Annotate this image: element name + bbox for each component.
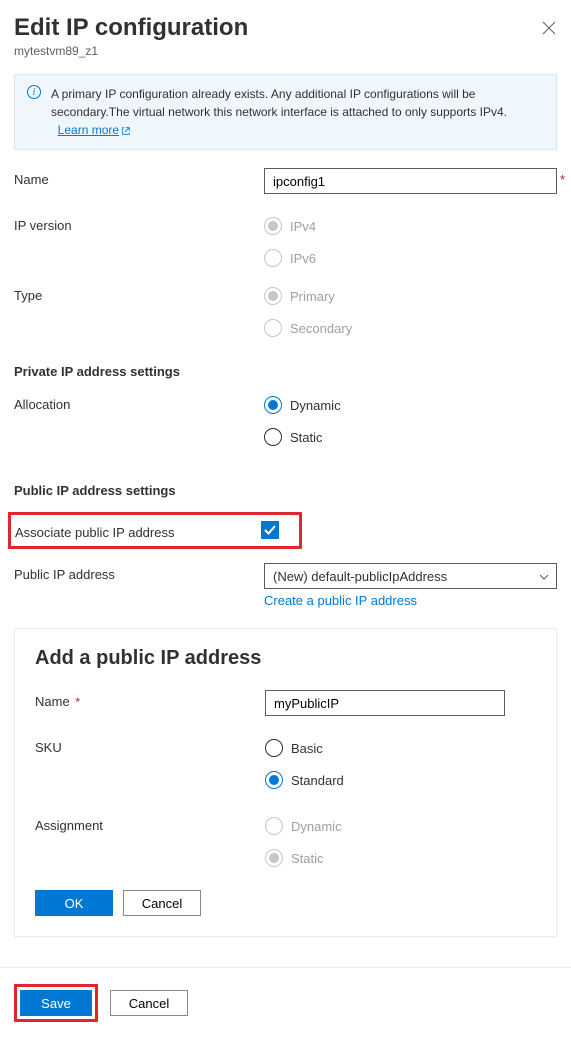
dropdown-value: (New) default-publicIpAddress: [273, 569, 447, 584]
allocation-label: Allocation: [14, 393, 264, 412]
sku-label: SKU: [35, 736, 265, 755]
type-label: Type: [14, 284, 264, 303]
name-input[interactable]: [264, 168, 557, 194]
assign-static-radio: [265, 849, 283, 867]
save-button[interactable]: Save: [20, 990, 92, 1016]
name-label: Name: [14, 168, 264, 187]
assign-dynamic-radio: [265, 817, 283, 835]
add-panel-title: Add a public IP address: [35, 647, 536, 670]
chevron-down-icon: [538, 571, 550, 583]
type-secondary-radio: [264, 319, 282, 337]
learn-more-link[interactable]: Learn more: [58, 123, 131, 137]
associate-checkbox[interactable]: [261, 521, 279, 539]
ipv6-radio: [264, 249, 282, 267]
type-secondary-option: Secondary: [290, 321, 352, 336]
ok-button[interactable]: OK: [35, 890, 113, 916]
ipv4-radio: [264, 217, 282, 235]
sku-standard-radio[interactable]: [265, 771, 283, 789]
save-highlight: Save: [14, 984, 98, 1022]
sku-basic-radio[interactable]: [265, 739, 283, 757]
resource-subtitle: mytestvm89_z1: [14, 44, 541, 58]
associate-label: Associate public IP address: [15, 521, 261, 540]
required-indicator: *: [560, 172, 565, 187]
add-name-input[interactable]: [265, 690, 505, 716]
assign-static-option: Static: [291, 851, 324, 866]
add-public-ip-panel: Add a public IP address Name * SKU Basic…: [14, 628, 557, 937]
private-ip-header: Private IP address settings: [14, 364, 557, 379]
info-icon: i: [27, 85, 41, 99]
associate-highlight: Associate public IP address: [8, 512, 302, 549]
public-address-label: Public IP address: [14, 563, 264, 582]
type-primary-option: Primary: [290, 289, 335, 304]
allocation-static-radio[interactable]: [264, 428, 282, 446]
page-title: Edit IP configuration: [14, 14, 541, 42]
sku-basic-option: Basic: [291, 741, 323, 756]
info-text: A primary IP configuration already exist…: [51, 87, 507, 119]
ipv6-option: IPv6: [290, 251, 316, 266]
assign-dynamic-option: Dynamic: [291, 819, 342, 834]
create-public-ip-link[interactable]: Create a public IP address: [264, 593, 417, 608]
public-ip-dropdown[interactable]: (New) default-publicIpAddress: [264, 563, 557, 589]
close-icon[interactable]: [541, 20, 557, 36]
ipv4-option: IPv4: [290, 219, 316, 234]
allocation-static-option: Static: [290, 430, 323, 445]
cancel-button[interactable]: Cancel: [110, 990, 188, 1016]
type-primary-radio: [264, 287, 282, 305]
public-ip-header: Public IP address settings: [14, 483, 557, 498]
sku-standard-option: Standard: [291, 773, 344, 788]
info-banner: i A primary IP configuration already exi…: [14, 74, 557, 150]
add-name-label: Name *: [35, 690, 265, 709]
panel-cancel-button[interactable]: Cancel: [123, 890, 201, 916]
allocation-dynamic-radio[interactable]: [264, 396, 282, 414]
external-link-icon: [121, 126, 131, 136]
assignment-label: Assignment: [35, 814, 265, 833]
allocation-dynamic-option: Dynamic: [290, 398, 341, 413]
check-icon: [263, 523, 277, 537]
ipversion-label: IP version: [14, 214, 264, 233]
